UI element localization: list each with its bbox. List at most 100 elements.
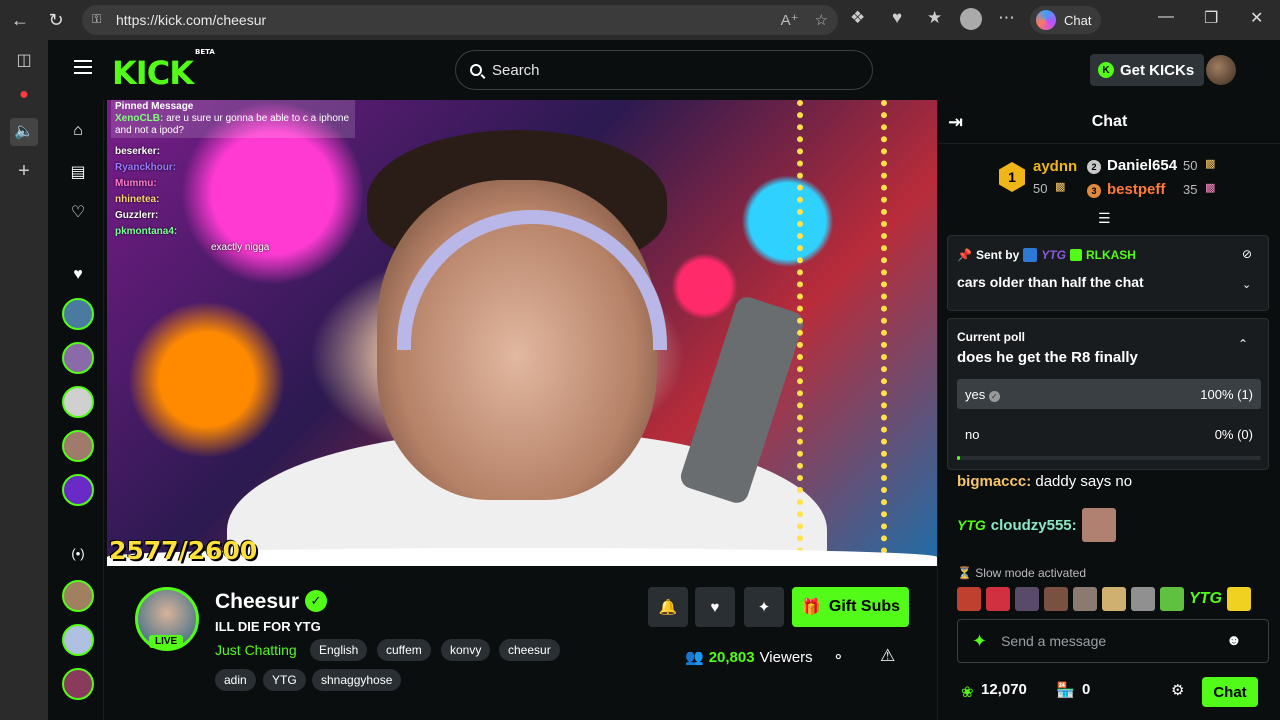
emote[interactable]	[1226, 587, 1251, 611]
tag[interactable]: cheesur	[499, 639, 560, 661]
collapse-chat-icon[interactable]: ⇥	[948, 112, 963, 133]
kick-left-nav: ⌂ ▤ ♡ ♥ (•)	[48, 100, 104, 720]
more-icon[interactable]: ⋯	[998, 8, 1015, 28]
followed-channel-avatar[interactable]	[62, 342, 94, 374]
recommended-channel-avatar[interactable]	[62, 580, 94, 612]
tag[interactable]: YTG	[263, 669, 306, 691]
sparkle-button[interactable]: ✦	[744, 587, 784, 627]
emote[interactable]	[1102, 587, 1126, 611]
tag[interactable]: konvy	[441, 639, 491, 661]
get-kicks-label: Get KICKs	[1120, 61, 1195, 79]
copilot-button[interactable]: Chat	[1030, 6, 1102, 34]
followed-channel-avatar[interactable]	[62, 430, 94, 462]
address-bar[interactable]: ⚿ https://kick.com/cheesur A⁺ ☆	[82, 5, 838, 35]
leaderboard-name[interactable]: Daniel654	[1107, 157, 1177, 174]
home-icon[interactable]: ⌂	[68, 122, 88, 142]
chat-filter-icon[interactable]: ☰	[1098, 210, 1111, 227]
overlay-pinned-title: Pinned Message	[115, 101, 194, 112]
notification-button[interactable]: 🔔	[648, 587, 688, 627]
overlay-line: nhinetea:	[115, 194, 160, 205]
share-icon[interactable]: ⚬	[832, 648, 845, 666]
chat-username[interactable]: cloudzy555:	[991, 517, 1077, 534]
followed-channel-avatar[interactable]	[62, 298, 94, 330]
search-icon	[470, 64, 482, 76]
live-broadcast-icon: (•)	[71, 546, 85, 561]
kicks-count[interactable]: 12,070	[981, 681, 1027, 698]
pinned-message[interactable]: 📌 Sent by YTG RLKASH ⊘ cars older than h…	[947, 235, 1269, 311]
performance-icon[interactable]: ♥	[892, 8, 902, 28]
refresh-icon[interactable]: ↻	[38, 0, 74, 40]
following-icon[interactable]: ♡	[68, 202, 88, 222]
tag[interactable]: shnaggyhose	[312, 669, 402, 691]
leaderboard-amount: 35	[1183, 182, 1198, 197]
minimize-icon[interactable]: —	[1158, 8, 1174, 26]
user-avatar[interactable]	[1206, 55, 1236, 85]
leaderboard-amount: 50	[1033, 181, 1048, 196]
settings-icon[interactable]: ⚙	[1171, 681, 1184, 699]
emote[interactable]	[957, 587, 981, 611]
favorites-icon[interactable]: ★	[927, 8, 942, 28]
search-bar[interactable]	[455, 50, 873, 90]
streamer-name[interactable]: Cheesur	[215, 590, 299, 614]
copilot-icon	[1036, 10, 1056, 30]
emote[interactable]	[1131, 587, 1155, 611]
emote[interactable]	[1015, 587, 1039, 611]
follow-button[interactable]: ♥	[695, 587, 735, 627]
browse-icon[interactable]: ▤	[68, 162, 88, 182]
youtube-tab-icon[interactable]: ●	[14, 86, 34, 106]
search-input[interactable]	[492, 61, 691, 79]
recommended-channel-avatar[interactable]	[62, 668, 94, 700]
chat-username[interactable]: bigmaccc:	[957, 473, 1031, 490]
emoji-icon[interactable]: ☻	[1226, 632, 1242, 649]
chat-panel: ⇥ Chat 1 aydnn 50 ▩ 2 Daniel654 50 ▩ 3 b…	[937, 100, 1280, 720]
emote[interactable]	[1044, 587, 1068, 611]
gift-leaderboard: 1 aydnn 50 ▩ 2 Daniel654 50 ▩ 3 bestpeff…	[938, 144, 1280, 216]
viewers-icon: 👥	[685, 649, 704, 666]
new-tab-icon[interactable]: +	[14, 160, 34, 182]
stream-category[interactable]: Just Chatting	[215, 642, 297, 658]
store-icon[interactable]: 🏪	[1056, 681, 1075, 699]
emote[interactable]	[986, 587, 1010, 611]
emote[interactable]	[1160, 587, 1184, 611]
expand-pin-icon[interactable]: ⌄	[1242, 278, 1251, 291]
tag[interactable]: English	[310, 639, 368, 661]
tag[interactable]: cuffem	[377, 639, 431, 661]
profile-icon[interactable]	[960, 8, 982, 30]
ytg-emote[interactable]: YTG	[1189, 587, 1222, 611]
message-input-box[interactable]: ✦ ☻	[957, 619, 1269, 663]
leaderboard-name[interactable]: aydnn	[1033, 158, 1077, 175]
extensions-icon[interactable]: ❖	[850, 8, 865, 28]
kicks-coin-icon: K	[1098, 62, 1114, 78]
recommended-channel-avatar[interactable]	[62, 624, 94, 656]
favorite-star-icon[interactable]: ☆	[815, 11, 828, 29]
get-kicks-button[interactable]: K Get KICKs	[1090, 54, 1205, 86]
address-url: https://kick.com/cheesur	[116, 12, 267, 28]
tag[interactable]: adin	[215, 669, 256, 691]
leaderboard-name[interactable]: bestpeff	[1107, 181, 1165, 198]
tabs-icon[interactable]: ◫	[14, 50, 34, 70]
report-icon[interactable]: ⚠	[880, 646, 895, 666]
emote[interactable]	[1073, 587, 1097, 611]
chat-title: Chat	[1091, 112, 1128, 130]
hide-pin-icon[interactable]: ⊘	[1242, 247, 1252, 261]
message-input[interactable]	[1001, 633, 1202, 649]
read-aloud-icon[interactable]: A⁺	[781, 11, 799, 29]
sparkle-icon[interactable]: ✦	[972, 631, 987, 652]
video-player[interactable]: Pinned Message XenoCLB: are u sure ur go…	[107, 100, 937, 566]
browser-side-rail: ◫ ● 🔈 +	[0, 40, 48, 720]
menu-icon[interactable]	[74, 60, 92, 74]
followed-channel-avatar[interactable]	[62, 386, 94, 418]
audio-tab-icon[interactable]: 🔈	[10, 118, 38, 146]
close-icon[interactable]: ✕	[1250, 8, 1263, 28]
pinned-user[interactable]: RLKASH	[1086, 248, 1136, 262]
restore-icon[interactable]: ❐	[1204, 8, 1218, 28]
gift-subs-button[interactable]: 🎁 Gift Subs	[792, 587, 909, 627]
gift-icon: ▩	[1205, 182, 1216, 194]
send-chat-button[interactable]: Chat	[1202, 677, 1258, 707]
poll-option[interactable]: no 0% (0)	[957, 419, 1261, 449]
followed-channel-avatar[interactable]	[62, 474, 94, 506]
back-icon[interactable]: ←	[2, 0, 38, 40]
collapse-poll-icon[interactable]: ⌃	[1238, 337, 1248, 351]
poll-option[interactable]: yes ✓ 100% (1)	[957, 379, 1261, 409]
kick-logo[interactable]: KICKBETA	[112, 48, 215, 92]
